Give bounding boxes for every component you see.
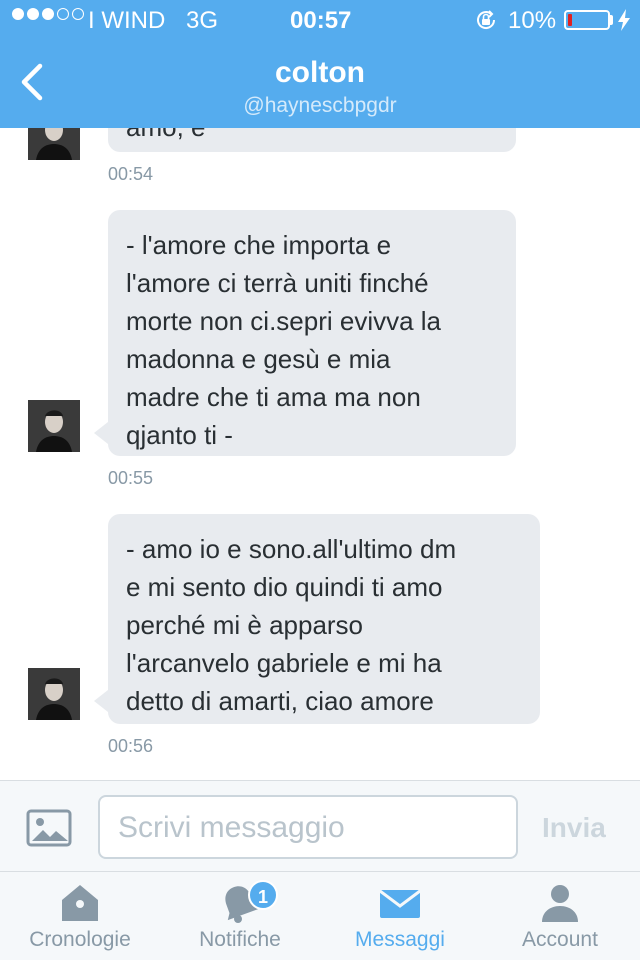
- battery-level: [568, 14, 572, 26]
- tab-notifiche[interactable]: Notifiche: [160, 872, 320, 960]
- signal-dot: [57, 8, 69, 20]
- tab-label: Cronologie: [29, 928, 131, 951]
- message-line: morte non ci.sepri evivva la: [126, 306, 442, 336]
- photo-icon: [26, 809, 72, 847]
- person-icon: [542, 885, 578, 922]
- send-button[interactable]: Invia: [542, 812, 606, 844]
- signal-dot: [27, 8, 39, 20]
- status-bar: I WIND 3G 00:57 10%: [0, 0, 640, 40]
- add-photo-button[interactable]: [26, 809, 72, 847]
- conversation-title: colton: [275, 56, 365, 89]
- tab-account[interactable]: Account: [480, 872, 640, 960]
- header: I WIND 3G 00:57 10% colton @haynescbpgdr: [0, 0, 640, 128]
- message-line: madre che ti ama ma non: [126, 382, 421, 412]
- home-icon: [62, 885, 98, 921]
- carrier-name: I WIND: [88, 7, 166, 34]
- message-line: l'arcanvelo gabriele e mi ha: [126, 648, 442, 678]
- tab-messaggi[interactable]: Messaggi: [320, 872, 480, 960]
- signal-dot: [72, 8, 84, 20]
- tab-label: Notifiche: [199, 928, 281, 951]
- tab-cronologie[interactable]: Cronologie: [0, 872, 160, 960]
- message-line: amo, e: [126, 128, 206, 146]
- signal-dot: [12, 8, 24, 20]
- battery-nub: [610, 15, 613, 25]
- avatar[interactable]: [28, 400, 80, 452]
- rotation-lock-icon: [474, 8, 498, 39]
- charging-icon: [617, 9, 631, 38]
- message-composer: Scrivi messaggio Invia: [0, 780, 640, 872]
- message-time: 00:54: [108, 164, 154, 184]
- conversation-handle: @haynescbpgdr: [243, 94, 397, 117]
- signal-strength: [12, 8, 84, 20]
- avatar[interactable]: [28, 128, 80, 160]
- bubble-tail: [94, 690, 108, 712]
- message-bubble[interactable]: - l'amore che importa e l'amore ci terrà…: [108, 210, 516, 456]
- message-bubble[interactable]: - amo io e sono.all'ultimo dm e mi sento…: [108, 514, 540, 724]
- network-type: 3G: [186, 7, 219, 34]
- message-input[interactable]: Scrivi messaggio: [98, 795, 518, 859]
- signal-dot: [42, 8, 54, 20]
- battery-percent: 10%: [508, 7, 557, 34]
- battery-icon: [564, 10, 610, 30]
- tab-label: Messaggi: [355, 928, 445, 951]
- message-line: e mi sento dio quindi ti amo: [126, 572, 443, 602]
- message-line: detto di amarti, ciao amore: [126, 686, 434, 716]
- tab-bar: Cronologie Notifiche Messaggi Account: [0, 872, 640, 960]
- message-line: - amo io e sono.all'ultimo dm: [126, 534, 457, 564]
- avatar[interactable]: [28, 668, 80, 720]
- message-line: perché mi è apparso: [126, 610, 364, 640]
- status-time: 00:57: [290, 7, 352, 34]
- message-line: - l'amore che importa e: [126, 230, 392, 260]
- conversation[interactable]: amo, e 00:54 - l'amore che importa e l'a…: [0, 128, 640, 780]
- envelope-icon: [379, 889, 421, 918]
- message-line: l'amore ci terrà uniti finché: [126, 268, 429, 298]
- message-line: qjanto ti -: [126, 420, 233, 450]
- notification-badge: 1: [248, 880, 278, 910]
- tab-label: Account: [522, 928, 598, 951]
- message-line: madonna e gesù e mia: [126, 344, 391, 374]
- message-bubble[interactable]: amo, e: [108, 128, 516, 152]
- message-time: 00:55: [108, 468, 154, 488]
- message-time: 00:56: [108, 736, 154, 756]
- bubble-tail: [94, 422, 108, 444]
